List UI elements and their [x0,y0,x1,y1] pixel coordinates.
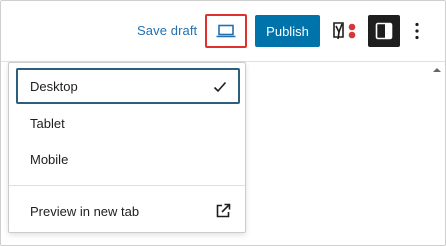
save-draft-button[interactable]: Save draft [137,23,197,38]
menu-item-label: Tablet [30,115,65,131]
preview-button[interactable] [205,14,247,48]
menu-divider [9,185,245,186]
menu-item-label: Mobile [30,151,69,167]
preview-in-new-tab-link[interactable]: Preview in new tab [16,193,240,229]
preview-dropdown-menu: Desktop Tablet Mobile Preview in new tab [8,62,246,233]
external-link-icon [216,203,231,218]
preview-in-new-tab-label: Preview in new tab [30,203,140,219]
editor-header: Save draft Publish [1,1,445,62]
publish-button[interactable]: Publish [255,15,320,47]
chevron-up-icon [433,68,441,72]
checkmark-icon [213,81,227,93]
yoast-seo-icon [333,22,356,40]
sidebar-toggle-icon [375,22,393,40]
menu-item-desktop[interactable]: Desktop [16,68,240,104]
yoast-seo-button[interactable] [330,20,358,42]
menu-item-mobile[interactable]: Mobile [16,141,240,177]
menu-item-tablet[interactable]: Tablet [16,105,240,141]
settings-button[interactable] [368,15,400,47]
menu-item-label: Desktop [30,78,78,94]
editor-window: Save draft Publish Desktop Tablet Mobile… [0,0,446,246]
options-menu-button[interactable] [403,15,431,47]
scrollbar-up-arrow[interactable] [431,63,443,77]
laptop-icon [216,24,236,38]
more-vertical-icon [415,22,419,40]
